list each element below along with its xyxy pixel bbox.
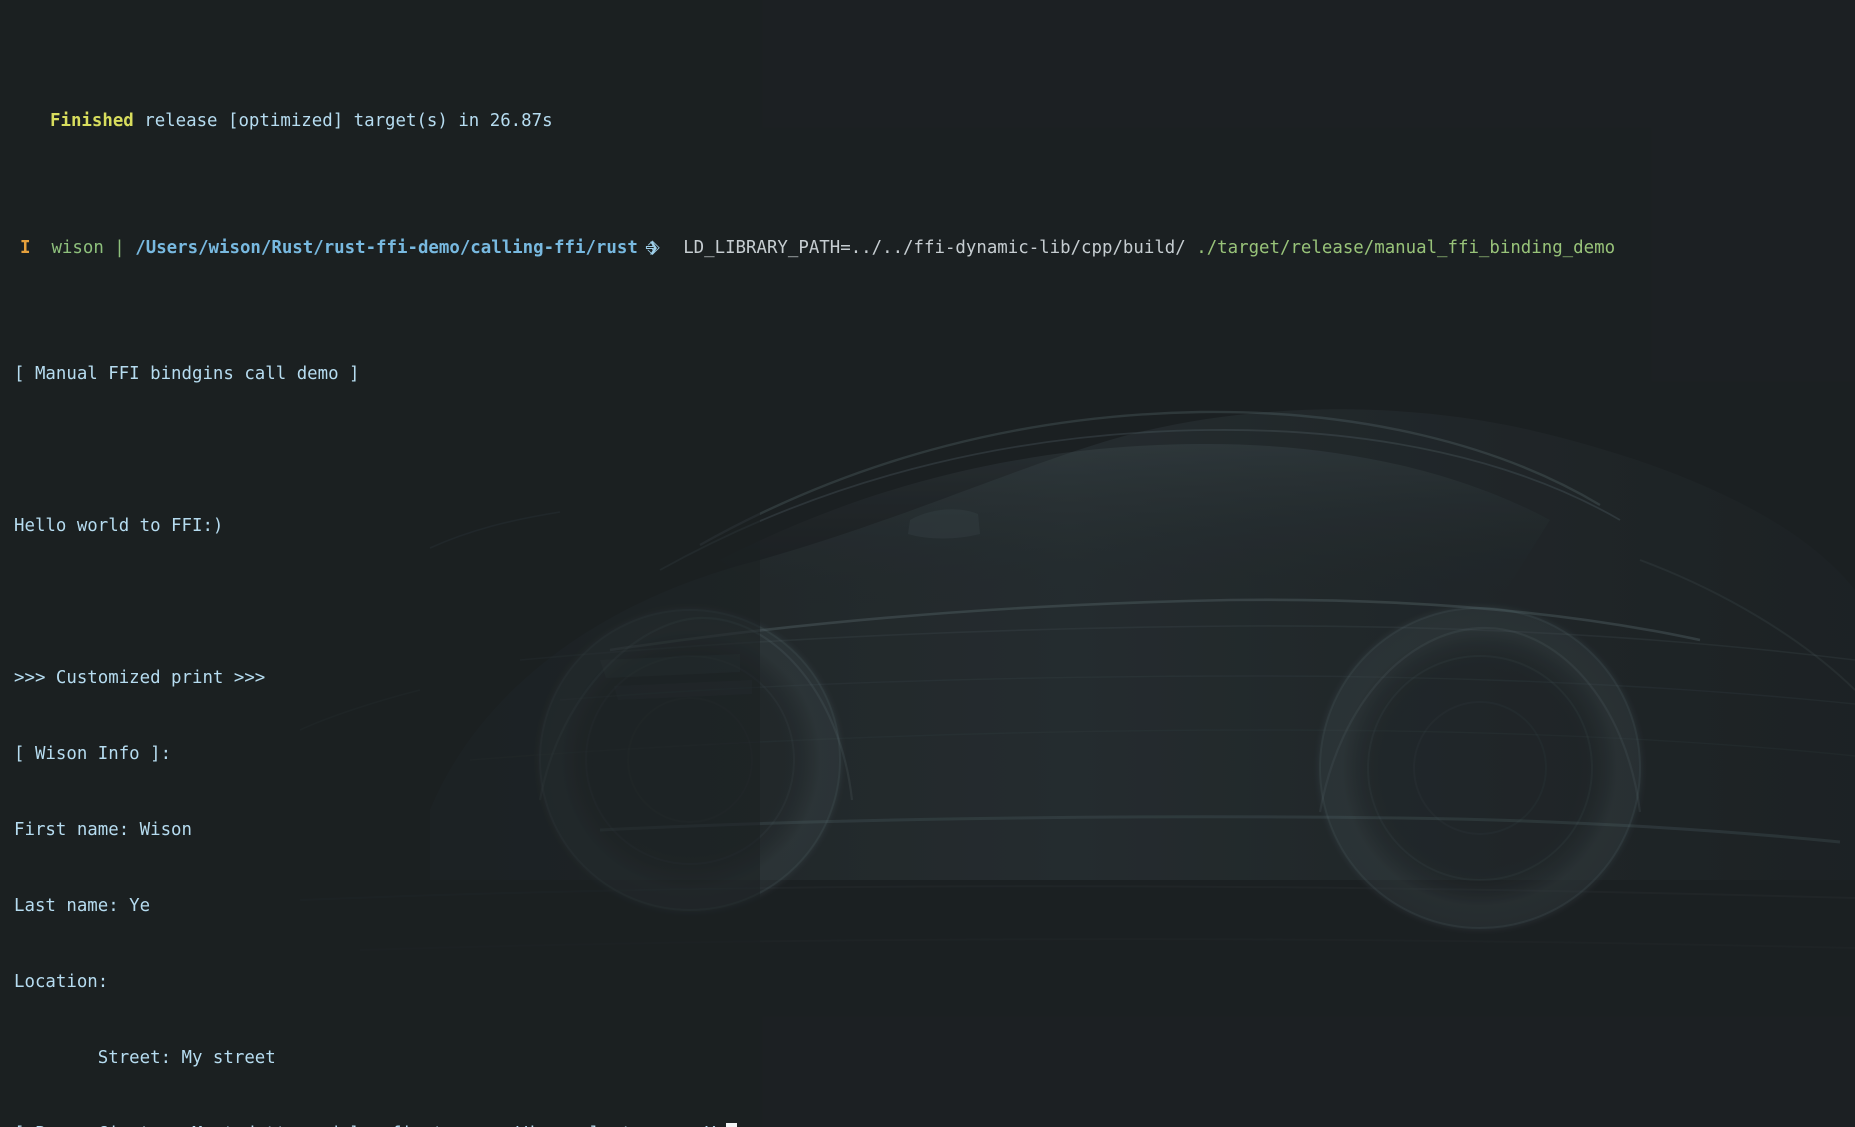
command-env-prefix: LD_LIBRARY_PATH=../../ffi-dynamic-lib/cp…: [683, 237, 1186, 258]
output-line: >>> Customized print >>>: [14, 668, 266, 689]
prompt-cwd: /Users/wison/Rust/rust-ffi-demo/calling-…: [135, 237, 638, 258]
terminal-cursor: [725, 1122, 737, 1127]
clipped-output-line: [ Person instance get destroyed ] - firs…: [0, 1122, 1855, 1127]
command-executable: ./target/release/manual_ffi_binding_demo: [1196, 237, 1616, 258]
cargo-finished-text: release [optimized] target(s) in 26.87s: [133, 111, 553, 132]
output-line: Street: My street: [14, 1047, 276, 1068]
prompt-status-glyph: I: [20, 237, 31, 258]
terminal-window[interactable]: Finished release [optimized] target(s) i…: [0, 0, 1855, 1127]
output-line: Location:: [14, 971, 109, 992]
prompt-separator: |: [114, 237, 125, 258]
terminal-screen[interactable]: Finished release [optimized] target(s) i…: [0, 0, 1855, 1127]
output-line: [ Wison Info ]:: [14, 744, 172, 765]
prompt-user: wison: [51, 237, 104, 258]
git-branch-icon-glyph: ⎆: [645, 237, 660, 258]
output-line: [ Manual FFI bindgins call demo ]: [14, 364, 360, 385]
cargo-finished-line: Finished release [optimized] target(s) i…: [0, 109, 1855, 134]
output-line: First name: Wison: [14, 820, 192, 840]
output-line: Last name: Ye: [14, 895, 151, 916]
cargo-finished-label: Finished: [50, 111, 134, 132]
prompt-line[interactable]: I wison | /Users/wison/Rust/rust-ffi-dem…: [0, 236, 1855, 261]
output-line: Hello world to FFI:): [14, 516, 224, 537]
